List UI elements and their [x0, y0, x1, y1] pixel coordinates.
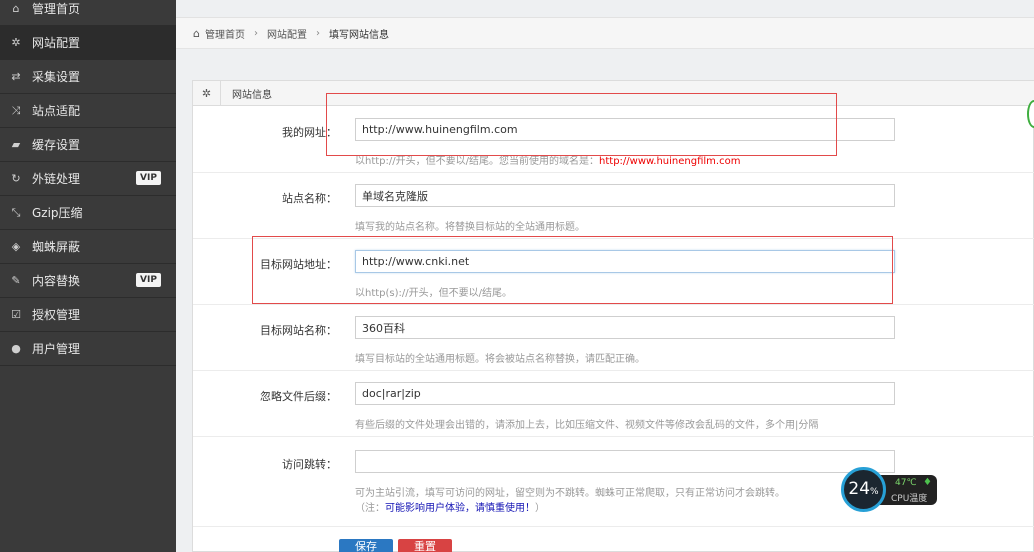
gear-icon: ✲ — [11, 36, 21, 49]
sidebar-item-links[interactable]: ↻ 外链处理 VIP — [0, 162, 176, 196]
sidebar-item-replace[interactable]: ✎ 内容替换 VIP — [0, 264, 176, 298]
redirect-input[interactable] — [355, 450, 895, 473]
panel-header: ✲ 网站信息 — [193, 80, 1034, 106]
breadcrumb-current: 填写网站信息 — [328, 29, 389, 41]
my-url-input[interactable] — [355, 118, 895, 141]
top-strip — [176, 0, 1034, 18]
redirect-note-prefix: （注： — [355, 503, 385, 514]
redirect-hint: 可为主站引流，填写可访问的网址，留空则为不跳转。蜘蛛可正常爬取，只有正常访问才会… — [355, 488, 785, 499]
my-url-hint-text: 以http://开头，但不要以/结尾。您当前使用的域名是： — [355, 156, 600, 167]
sidebar-item-cache[interactable]: ▰ 缓存设置 — [0, 128, 176, 162]
form-row-my-url: 我的网址： 以http://开头，但不要以/结尾。您当前使用的域名是：http:… — [193, 107, 1034, 173]
breadcrumb-separator: › — [315, 27, 320, 39]
sidebar-item-label: 缓存设置 — [32, 138, 81, 152]
sidebar-item-adapt[interactable]: ⤨ 站点适配 — [0, 94, 176, 128]
redirect-label: 访问跳转： — [282, 458, 337, 471]
cpu-temp-label: CPU温度 — [891, 494, 928, 504]
refresh-icon: ↻ — [11, 172, 21, 185]
sidebar: ⌂ 管理首页 ✲ 网站配置 ⇄ 采集设置 ⤨ 站点适配 ▰ 缓存设置 ↻ 外链处… — [0, 0, 176, 552]
user-icon: ● — [11, 342, 21, 355]
cpu-monitor-widget[interactable]: 47℃ ♦ CPU温度 24% — [841, 467, 937, 512]
cpu-usage: 24 — [848, 479, 871, 499]
sidebar-item-label: 站点适配 — [32, 104, 81, 118]
target-name-label: 目标网站名称： — [260, 324, 337, 337]
cpu-temp: 47℃ — [895, 478, 917, 488]
pencil-icon: ✎ — [11, 274, 21, 287]
breadcrumb: ⌂ 管理首页 › 网站配置 › 填写网站信息 — [176, 18, 1034, 49]
redirect-note-suffix: ） — [535, 503, 545, 514]
sidebar-item-license[interactable]: ☑ 授权管理 — [0, 298, 176, 332]
target-name-hint: 填写目标站的全站通用标题。将会被站点名称替换，请匹配正确。 — [355, 354, 645, 365]
redirect-warning: 可能影响用户体验，请慎重使用！ — [385, 503, 535, 514]
redirect-note: （注：可能影响用户体验，请慎重使用！） — [355, 499, 545, 514]
panel-title: 网站信息 — [232, 89, 272, 101]
breadcrumb-separator: › — [253, 27, 258, 39]
form-row-target-name: 目标网站名称： 填写目标站的全站通用标题。将会被站点名称替换，请匹配正确。 — [193, 305, 1034, 371]
folder-open-icon: ▰ — [11, 138, 21, 151]
sidebar-item-label: 采集设置 — [32, 70, 81, 84]
site-name-hint: 填写我的站点名称。将替换目标站的全站通用标题。 — [355, 222, 585, 233]
my-url-hint: 以http://开头，但不要以/结尾。您当前使用的域名是：http://www.… — [355, 152, 740, 167]
cpu-usage-unit: % — [870, 487, 879, 497]
check-square-icon: ☑ — [11, 308, 21, 321]
home-icon: ⌂ — [193, 26, 200, 40]
shuffle-icon: ⤨ — [11, 103, 21, 117]
sidebar-item-collect[interactable]: ⇄ 采集设置 — [0, 60, 176, 94]
ignore-ext-label: 忽略文件后缀： — [260, 390, 337, 403]
sidebar-item-gzip[interactable]: ⤡ Gzip压缩 — [0, 196, 176, 230]
ignore-ext-hint: 有些后缀的文件处理会出错的，请添加上去，比如压缩文件、视频文件等修改会乱码的文件… — [355, 420, 819, 431]
retweet-icon: ⇄ — [11, 70, 21, 83]
target-url-input[interactable] — [355, 250, 895, 273]
sidebar-item-label: 网站配置 — [32, 36, 81, 50]
ignore-ext-input[interactable] — [355, 382, 895, 405]
breadcrumb-section[interactable]: 网站配置 — [267, 26, 307, 41]
sidebar-item-label: 授权管理 — [32, 308, 81, 322]
sidebar-item-label: 用户管理 — [32, 342, 81, 356]
my-url-label: 我的网址： — [282, 126, 337, 139]
cpu-usage-ring: 24% — [841, 467, 886, 512]
sidebar-item-label: 管理首页 — [32, 2, 81, 16]
site-name-label: 站点名称： — [282, 192, 337, 205]
form-row-ignore-ext: 忽略文件后缀： 有些后缀的文件处理会出错的，请添加上去，比如压缩文件、视频文件等… — [193, 371, 1034, 437]
compress-icon: ⤡ — [11, 205, 21, 219]
floating-edge-widget[interactable] — [1027, 100, 1034, 128]
sidebar-item-spider[interactable]: ◈ 蜘蛛屏蔽 — [0, 230, 176, 264]
sidebar-item-label: Gzip压缩 — [32, 206, 83, 220]
eye-slash-icon: ◈ — [11, 240, 21, 253]
vip-badge: VIP — [136, 171, 161, 185]
home-icon: ⌂ — [12, 2, 20, 15]
sidebar-item-home[interactable]: ⌂ 管理首页 — [0, 0, 176, 26]
target-url-hint: 以http(s)://开头，但不要以/结尾。 — [355, 288, 513, 299]
cpu-temp-pill: 47℃ ♦ CPU温度 — [879, 475, 937, 505]
save-button[interactable]: 保存 — [339, 539, 393, 552]
leaf-icon: ♦ — [923, 477, 932, 488]
sidebar-item-users[interactable]: ● 用户管理 — [0, 332, 176, 366]
current-domain: http://www.huinengfilm.com — [599, 156, 741, 167]
vip-badge: VIP — [136, 273, 161, 287]
sidebar-item-label: 蜘蛛屏蔽 — [32, 240, 81, 254]
sidebar-item-label: 内容替换 — [32, 274, 81, 288]
site-name-input[interactable] — [355, 184, 895, 207]
target-url-label: 目标网站地址： — [260, 258, 337, 271]
breadcrumb-home[interactable]: 管理首页 — [205, 26, 245, 41]
target-name-input[interactable] — [355, 316, 895, 339]
sidebar-item-site-config[interactable]: ✲ 网站配置 — [0, 26, 176, 60]
form-row-target-url: 目标网站地址： 以http(s)://开头，但不要以/结尾。 — [193, 239, 1034, 305]
gear-icon: ✲ — [193, 80, 221, 106]
reset-button[interactable]: 重置 — [398, 539, 452, 552]
form-row-site-name: 站点名称： 填写我的站点名称。将替换目标站的全站通用标题。 — [193, 173, 1034, 239]
sidebar-item-label: 外链处理 — [32, 172, 81, 186]
